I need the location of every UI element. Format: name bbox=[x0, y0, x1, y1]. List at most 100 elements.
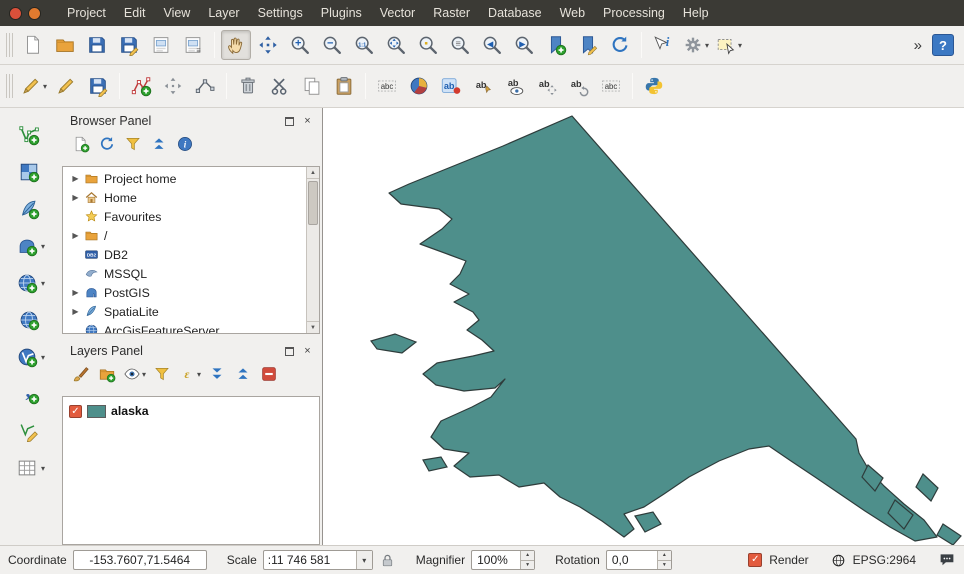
save-project-as-button[interactable] bbox=[114, 30, 144, 60]
dropdown-arrow-icon[interactable]: ▾ bbox=[142, 370, 146, 379]
browser-item-favourites[interactable]: Favourites bbox=[63, 207, 306, 226]
move-feature-button[interactable] bbox=[158, 71, 188, 101]
add-feature-button[interactable] bbox=[126, 71, 156, 101]
refresh-map-button[interactable] bbox=[605, 30, 635, 60]
new-bookmark-button[interactable] bbox=[541, 30, 571, 60]
expand-all-layers-button[interactable] bbox=[205, 362, 229, 386]
filter-legend-button[interactable] bbox=[150, 362, 174, 386]
zoom-to-layer-button[interactable]: ≡ bbox=[445, 30, 475, 60]
collapse-all-layers-button[interactable] bbox=[231, 362, 255, 386]
scale-combo[interactable]: :11 746 581 ▾ bbox=[263, 550, 373, 570]
cut-features-button[interactable] bbox=[265, 71, 295, 101]
magnifier-spinbox[interactable]: 100% ▲ ▼ bbox=[471, 550, 535, 570]
browser-item-postgis[interactable]: ▶PostGIS bbox=[63, 283, 306, 302]
menu-view[interactable]: View bbox=[154, 1, 199, 25]
float-panel-button[interactable] bbox=[283, 115, 296, 128]
style-manager-button[interactable] bbox=[404, 71, 434, 101]
menu-processing[interactable]: Processing bbox=[594, 1, 674, 25]
run-feature-action-button[interactable]: ▾ bbox=[680, 30, 711, 60]
add-spatialite-layer-button[interactable] bbox=[16, 196, 42, 222]
add-selected-layers-button[interactable] bbox=[69, 132, 93, 156]
add-raster-layer-button[interactable] bbox=[16, 159, 42, 185]
filter-by-expression-button[interactable]: ε▾ bbox=[176, 362, 203, 386]
new-project-button[interactable] bbox=[18, 30, 48, 60]
manage-map-themes-button[interactable]: ▾ bbox=[121, 362, 148, 386]
spin-up-icon[interactable]: ▲ bbox=[521, 551, 534, 561]
menu-settings[interactable]: Settings bbox=[249, 1, 312, 25]
dropdown-arrow-icon[interactable]: ▾ bbox=[197, 370, 201, 379]
add-wms-layer-button[interactable] bbox=[16, 307, 42, 333]
browser-item-root[interactable]: ▶/ bbox=[63, 226, 306, 245]
move-label-button[interactable]: ab bbox=[532, 71, 562, 101]
zoom-last-button[interactable]: ◀ bbox=[477, 30, 507, 60]
pin-labels-button[interactable]: ab bbox=[468, 71, 498, 101]
layer-labeling-button[interactable]: ab bbox=[436, 71, 466, 101]
add-group-button[interactable] bbox=[95, 362, 119, 386]
menu-help[interactable]: Help bbox=[674, 1, 718, 25]
zoom-to-selection-button[interactable]: ▪ bbox=[413, 30, 443, 60]
dropdown-arrow-icon[interactable]: ▾ bbox=[41, 279, 45, 288]
save-layer-edits-button[interactable] bbox=[83, 71, 113, 101]
map-canvas[interactable] bbox=[322, 108, 964, 545]
pan-map-button[interactable] bbox=[221, 30, 251, 60]
identify-features-button[interactable]: i bbox=[648, 30, 678, 60]
menu-project[interactable]: Project bbox=[58, 1, 115, 25]
show-bookmarks-button[interactable] bbox=[573, 30, 603, 60]
browser-item-home[interactable]: ▶Home bbox=[63, 188, 306, 207]
open-project-button[interactable] bbox=[50, 30, 80, 60]
add-wfs-layer-button[interactable] bbox=[14, 344, 40, 370]
browser-item-mssql[interactable]: MSSQL bbox=[63, 264, 306, 283]
float-panel-button[interactable] bbox=[283, 345, 296, 358]
menu-plugins[interactable]: Plugins bbox=[312, 1, 371, 25]
dropdown-arrow-icon[interactable]: ▾ bbox=[41, 242, 45, 251]
coordinate-input[interactable]: -153.7607,71.5464 bbox=[73, 550, 207, 570]
help-button[interactable]: ? bbox=[932, 34, 954, 56]
expand-arrow-icon[interactable]: ▶ bbox=[69, 231, 82, 240]
select-features-button[interactable]: ▾ bbox=[713, 30, 744, 60]
browser-item-db2[interactable]: DB2DB2 bbox=[63, 245, 306, 264]
paste-features-button[interactable] bbox=[329, 71, 359, 101]
layer-visibility-checkbox[interactable]: ✓ bbox=[69, 405, 82, 418]
zoom-in-button[interactable]: + bbox=[285, 30, 315, 60]
new-print-composer-button[interactable] bbox=[146, 30, 176, 60]
spin-down-icon[interactable]: ▼ bbox=[521, 561, 534, 570]
spin-down-icon[interactable]: ▼ bbox=[658, 561, 671, 570]
menu-database[interactable]: Database bbox=[479, 1, 551, 25]
highlight-labels-button[interactable]: ab bbox=[500, 71, 530, 101]
scrollbar-thumb[interactable] bbox=[308, 181, 318, 225]
composer-manager-button[interactable]: ≡ bbox=[178, 30, 208, 60]
expand-arrow-icon[interactable]: ▶ bbox=[69, 193, 82, 202]
delete-selected-button[interactable] bbox=[233, 71, 263, 101]
new-geopackage-layer-button[interactable] bbox=[14, 455, 40, 481]
add-delimited-text-layer-button[interactable]: , bbox=[16, 381, 42, 407]
text-annotation-button[interactable]: abc bbox=[372, 71, 402, 101]
lock-scale-icon[interactable] bbox=[379, 552, 396, 569]
dropdown-arrow-icon[interactable]: ▾ bbox=[41, 464, 45, 473]
dropdown-arrow-icon[interactable]: ▾ bbox=[738, 41, 742, 50]
remove-layer-button[interactable] bbox=[257, 362, 281, 386]
collapse-all-button[interactable] bbox=[147, 132, 171, 156]
new-shapefile-layer-button[interactable] bbox=[16, 418, 42, 444]
dropdown-arrow-icon[interactable]: ▾ bbox=[41, 353, 45, 362]
node-tool-button[interactable] bbox=[190, 71, 220, 101]
expand-arrow-icon[interactable]: ▶ bbox=[69, 307, 82, 316]
save-project-button[interactable] bbox=[82, 30, 112, 60]
add-postgis-layer-button[interactable] bbox=[14, 233, 40, 259]
dropdown-arrow-icon[interactable]: ▾ bbox=[705, 41, 709, 50]
scale-dropdown-icon[interactable]: ▾ bbox=[356, 551, 372, 569]
browser-item-project-home[interactable]: ▶Project home bbox=[63, 169, 306, 188]
refresh-browser-button[interactable] bbox=[95, 132, 119, 156]
menu-raster[interactable]: Raster bbox=[424, 1, 479, 25]
copy-features-button[interactable] bbox=[297, 71, 327, 101]
zoom-next-button[interactable]: ▶ bbox=[509, 30, 539, 60]
scroll-down-button[interactable]: ▼ bbox=[307, 321, 319, 333]
close-panel-button[interactable]: × bbox=[301, 345, 314, 358]
add-vector-layer-button[interactable] bbox=[16, 122, 42, 148]
toolbar-grip[interactable] bbox=[6, 74, 13, 98]
current-edits-button[interactable]: ▾ bbox=[18, 71, 49, 101]
menu-edit[interactable]: Edit bbox=[115, 1, 155, 25]
toggle-editing-button[interactable] bbox=[51, 71, 81, 101]
expand-arrow-icon[interactable]: ▶ bbox=[69, 174, 82, 183]
menu-web[interactable]: Web bbox=[551, 1, 594, 25]
properties-widget-button[interactable]: i bbox=[173, 132, 197, 156]
